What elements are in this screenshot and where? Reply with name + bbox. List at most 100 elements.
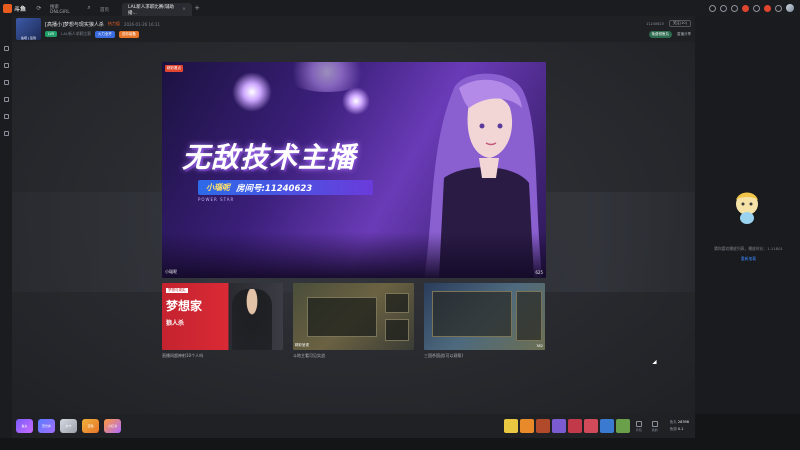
gift-item[interactable] [615,419,630,433]
game-board [432,291,512,337]
sidebar-item-follow[interactable] [3,63,9,68]
gift-item[interactable] [503,419,518,433]
hero-nameplate: 小瑙呢 房间号:11240623 [198,180,373,195]
thumb-caption[interactable]: 直播间超神射10个人吗 [162,353,283,359]
tab-live-room[interactable]: LAL新人求职比赛(辅助播... × [122,3,192,16]
thumbnail[interactable]: 382 [424,283,545,350]
hot-value: 热力值 [107,21,120,26]
hero-banner[interactable]: 精彩看点 无敌技术主播 小瑙呢 房间号:11240623 POWER STAR … [162,62,546,278]
room-tag[interactable]: 送你装备 [118,30,139,38]
reload-link[interactable]: 重新加载 [701,256,796,262]
search-icon[interactable]: ⌕ [84,0,94,16]
thumb-tag: 梦想与现实 [166,288,188,293]
mine-button[interactable]: 我的 [648,420,662,432]
follow-button[interactable]: 关注(10) [668,20,691,27]
thumbnail[interactable]: 精彩呈现 [293,283,414,350]
category-text[interactable]: LAL新人求职比赛 [61,31,91,37]
follow-icon [3,63,9,68]
thumb-badge: 精彩呈现 [295,343,309,347]
empty-state-text: 猜你喜欢播放列表，播放时长：1.11801 [714,246,783,251]
top-bar: 斗鱼 ⟳ 搜索DNLGIRL ⌕ 首页 LAL新人求职比赛(辅助播... × + [0,0,800,16]
thumb-caption[interactable]: 三国杀国战(可以观帮) [424,353,545,359]
sidebar-item-history[interactable] [3,46,9,51]
wallet-stats: 鱼丸 28398 鱼翅 0.1 [664,420,695,432]
recommended-list: 梦想与现实 梦想家 狼人杀 直播间超神射10个人吗 精彩呈现 斗地主看可见实战 … [162,283,546,363]
gift-bar: 鱼丸 荧光棒 办卡 宝箱 小红书 背包 我的 鱼丸 28398 鱼翅 0.1 [12,414,695,438]
close-icon[interactable]: × [182,7,186,12]
shield-icon[interactable] [764,4,771,12]
user-icon [651,420,658,427]
avatar-label: 鱼吧 | 签到 [21,36,36,40]
sidebar-item-recommend[interactable] [3,80,9,85]
room-title: [高播小]梦想与现实狼人杀 [45,21,104,28]
host-photo [232,289,272,350]
room-avatar[interactable]: 鱼吧 | 签到 [16,18,41,40]
gift-item[interactable] [551,419,566,433]
chat-panel: 猜你喜欢播放列表，播放时长：1.11801 重新加载 [695,16,800,414]
left-sidebar [0,16,12,450]
gift-item[interactable]: 宝箱 [82,419,99,433]
room-header: 鱼吧 | 签到 [高播小]梦想与现实狼人杀 热力值 2026-01-26 16:… [12,16,695,42]
crowd-silhouette [162,232,546,278]
settings-icon[interactable] [775,4,782,12]
room-id: 11240623 [645,21,664,26]
thumbnail[interactable]: 梦想与现实 梦想家 狼人杀 [162,283,283,350]
main-content: 精彩看点 无敌技术主播 小瑙呢 房间号:11240623 POWER STAR … [12,42,695,414]
tab-label: 首页 [100,7,109,13]
gift-item[interactable] [519,419,534,433]
thumb-title: 梦想家 [166,299,203,313]
logo-text: 斗鱼 [14,5,27,13]
gift-item[interactable]: 办卡 [60,419,77,433]
level-tag[interactable]: LV5 [45,31,58,37]
free-fishball-button[interactable]: 免费领鱼丸 [648,31,672,38]
tab-home[interactable]: 首页 [94,3,122,16]
gift-item[interactable] [599,419,614,433]
list-item[interactable]: 382 三国杀国战(可以观帮) [424,283,545,363]
backpack-button[interactable]: 背包 [632,420,646,432]
gift-item[interactable]: 鱼丸 [16,419,33,433]
heart-icon[interactable] [720,4,727,12]
game-panel [516,291,542,341]
gift-list: 背包 我的 鱼丸 28398 鱼翅 0.1 [503,419,695,433]
gift-label: 小红书 [107,424,117,428]
backpack-icon [635,420,642,427]
share-link[interactable]: 直播分享 [677,32,691,37]
list-item[interactable]: 精彩呈现 斗地主看可见实战 [293,283,414,363]
trophy-icon [3,114,9,119]
thumb-caption[interactable]: 斗地主看可见实战 [293,353,414,359]
gift-item[interactable] [583,419,598,433]
history-icon [3,46,9,51]
mascot-icon [736,192,758,224]
gift-icon[interactable] [753,4,760,12]
tab-search[interactable]: 搜索DNLGIRL [44,3,84,16]
room-tag[interactable]: 火力全开 [94,30,115,38]
app-logo[interactable]: 斗鱼 [0,0,34,16]
sidebar-item-more[interactable] [3,131,9,136]
new-tab-icon[interactable]: + [192,4,202,12]
tab-label: LAL新人求职比赛(辅助播... [128,4,174,16]
refresh-icon[interactable]: ⟳ [34,0,44,16]
history-icon[interactable] [709,4,716,12]
message-icon[interactable] [731,4,738,12]
window-controls [709,4,800,12]
tab-label: 搜索DNLGIRL [50,5,70,15]
gift-item[interactable] [567,419,582,433]
gift-item[interactable]: 小红书 [104,419,121,433]
hero-headline: 无敌技术主播 [182,141,357,174]
sidebar-item-rank[interactable] [3,114,9,119]
room-number: 房间号:11240623 [236,183,313,194]
gift-item[interactable] [535,419,550,433]
stat-label: 鱼翅 [669,427,677,431]
game-panel [385,293,409,313]
gift-item[interactable]: 荧光棒 [38,419,55,433]
user-avatar[interactable] [786,4,794,12]
list-item[interactable]: 梦想与现实 梦想家 狼人杀 直播间超神射10个人吗 [162,283,283,363]
hero-badge: 精彩看点 [165,65,183,72]
stat-value: 28398 [677,420,689,424]
gift-label: 荧光棒 [41,424,51,428]
notification-icon[interactable] [742,4,749,12]
room-time: 2026-01-26 16:11 [123,21,160,27]
hero-subtitle: POWER STAR [198,197,235,202]
sidebar-item-category[interactable] [3,97,9,102]
backpack-label: 背包 [635,427,642,432]
